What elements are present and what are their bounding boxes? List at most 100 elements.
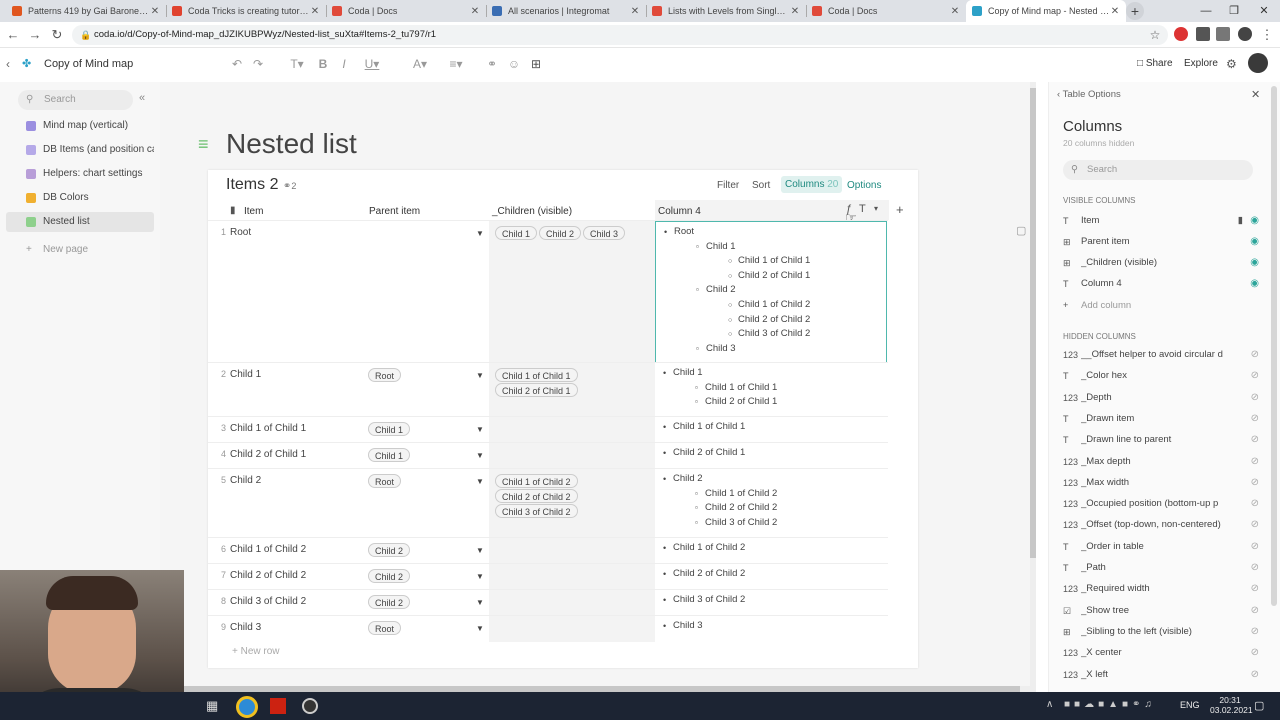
italic-icon[interactable]: I: [336, 57, 352, 71]
browser-tab[interactable]: Copy of Mind map - Nested list ✕: [966, 0, 1126, 22]
hidden-column-row[interactable]: 123 _X left ⊘: [1063, 666, 1259, 684]
child-chip[interactable]: Child 2: [539, 226, 582, 240]
share-button[interactable]: □ Share: [1137, 58, 1173, 69]
child-chip[interactable]: Child 2 of Child 1: [495, 383, 578, 397]
add-column-button[interactable]: +: [896, 202, 904, 217]
column-4-cell[interactable]: Child 1 of Child 1: [655, 419, 887, 443]
parent-cell[interactable]: Child 1: [368, 448, 412, 463]
forward-icon[interactable]: →: [26, 26, 44, 44]
parent-chip[interactable]: Child 2: [368, 543, 411, 557]
close-panel-icon[interactable]: ✕: [1251, 88, 1260, 101]
hidden-column-row[interactable]: ☑ _Show tree ⊘: [1063, 602, 1259, 620]
hidden-column-row[interactable]: ⊞ _Sibling to the left (visible) ⊘: [1063, 623, 1259, 641]
gear-icon[interactable]: ⚙: [1226, 57, 1237, 71]
item-cell[interactable]: Child 2: [230, 475, 261, 486]
column-header-children[interactable]: _Children (visible): [492, 206, 572, 220]
parent-chip[interactable]: Child 1: [368, 448, 411, 462]
sidebar-item-4[interactable]: DB Colors: [6, 188, 154, 208]
tray-icons[interactable]: ■■☁■▲■⚭♫: [1064, 699, 1156, 710]
visible-column-row[interactable]: T Column 4 ◉: [1063, 275, 1259, 293]
item-cell[interactable]: Child 1 of Child 1: [230, 423, 306, 434]
eye-slash-icon[interactable]: ⊘: [1251, 389, 1259, 407]
browser-tab[interactable]: All scenarios | Integromat ✕: [486, 0, 646, 22]
eye-slash-icon[interactable]: ⊘: [1251, 559, 1259, 577]
sidebar-item-3[interactable]: Helpers: chart settings: [6, 164, 154, 184]
sidebar-item-2[interactable]: DB Items (and position calc: [6, 140, 154, 160]
hidden-column-row[interactable]: 123 _Max depth ⊘: [1063, 453, 1259, 471]
scrollbar-thumb[interactable]: [1030, 88, 1036, 558]
parent-chip[interactable]: Child 1: [368, 422, 411, 436]
new-row-button[interactable]: + New row: [232, 646, 280, 657]
eye-slash-icon[interactable]: ⊘: [1251, 623, 1259, 641]
child-chip[interactable]: Child 3 of Child 2: [495, 504, 578, 518]
dropdown-arrow-icon[interactable]: ▼: [476, 425, 484, 434]
sidebar-item-1[interactable]: Mind map (vertical): [6, 116, 154, 136]
table-row[interactable]: 1Root▼Child 1Child 2Child 3RootChild 1Ch…: [208, 220, 888, 363]
parent-chip[interactable]: Child 2: [368, 569, 411, 583]
hidden-column-row[interactable]: T _Color hex ⊘: [1063, 367, 1259, 385]
visible-column-row[interactable]: ⊞ _Children (visible) ◉: [1063, 254, 1259, 272]
column-header-parent-item[interactable]: Parent item: [369, 206, 420, 220]
eye-slash-icon[interactable]: ⊘: [1251, 367, 1259, 385]
browser-menu-icon[interactable]: ⋮: [1258, 26, 1276, 44]
add-column-link[interactable]: + Add column: [1063, 296, 1259, 314]
task-view-icon[interactable]: ▦: [206, 698, 218, 714]
child-chip[interactable]: Child 1 of Child 1: [495, 368, 578, 382]
browser-tab[interactable]: Coda Tricks is creating tutorials a ✕: [166, 0, 326, 22]
opera-extension-icon[interactable]: [1174, 27, 1188, 41]
column-4-cell[interactable]: RootChild 1Child 1 of Child 1Child 2 of …: [655, 221, 887, 363]
back-to-table-options[interactable]: ‹ Table Options: [1057, 89, 1121, 100]
eye-slash-icon[interactable]: ⊘: [1251, 474, 1259, 492]
hidden-column-row[interactable]: 123 _X center ⊘: [1063, 644, 1259, 662]
eye-slash-icon[interactable]: ⊘: [1251, 431, 1259, 449]
children-cell[interactable]: [489, 564, 655, 590]
table-row[interactable]: 8 Child 3 of Child 2 Child 2 ▼ Child 3 of Ch…: [208, 589, 888, 616]
item-cell[interactable]: Child 3 of Child 2: [230, 596, 306, 607]
children-cell[interactable]: [489, 538, 655, 564]
children-cell[interactable]: [489, 590, 655, 616]
filter-button[interactable]: Filter: [717, 180, 739, 191]
comment-icon[interactable]: ▢: [1016, 224, 1026, 237]
children-cell[interactable]: Child 1 of Child 2Child 2 of Child 2Chil…: [489, 469, 655, 538]
table-row[interactable]: 7 Child 2 of Child 2 Child 2 ▼ Child 2 of Ch…: [208, 563, 888, 590]
eye-slash-icon[interactable]: ⊘: [1251, 495, 1259, 513]
eye-icon[interactable]: ◉: [1250, 254, 1259, 272]
parent-chip[interactable]: Child 2: [368, 595, 411, 609]
children-cell[interactable]: Child 1 of Child 1Child 2 of Child 1: [489, 363, 655, 417]
dropdown-arrow-icon[interactable]: ▼: [476, 477, 484, 486]
item-cell[interactable]: Child 2 of Child 1: [230, 449, 306, 460]
column-4-cell[interactable]: Child 1Child 1 of Child 1Child 2 of Chil…: [655, 365, 887, 417]
children-cell[interactable]: [489, 616, 655, 642]
table-row[interactable]: 9 Child 3 Root ▼ Child 3: [208, 615, 888, 642]
parent-cell[interactable]: Root: [368, 621, 403, 636]
hidden-column-row[interactable]: T _Drawn item ⊘: [1063, 410, 1259, 428]
table-row[interactable]: 3 Child 1 of Child 1 Child 1 ▼ Child 1 of Ch…: [208, 416, 888, 443]
eye-icon[interactable]: ◉: [1250, 233, 1259, 251]
item-cell[interactable]: Child 3: [230, 622, 261, 633]
doc-title[interactable]: Copy of Mind map: [44, 58, 133, 70]
media-icon[interactable]: [1216, 27, 1230, 41]
vertical-scrollbar[interactable]: [1030, 82, 1036, 686]
table-row[interactable]: 5 Child 2 Root ▼ Child 1 of Child 2Child 2 o…: [208, 468, 888, 538]
table-name[interactable]: Items 2 ⚭2: [226, 176, 296, 194]
chevron-left-icon[interactable]: ‹: [6, 57, 10, 71]
redo-icon[interactable]: ↷: [250, 57, 266, 71]
child-chip[interactable]: Child 1 of Child 2: [495, 474, 578, 488]
eye-icon[interactable]: ◉: [1250, 212, 1259, 230]
new-tab-button[interactable]: +: [1126, 2, 1144, 20]
insert-icon[interactable]: ⊞: [528, 57, 544, 71]
bold-icon[interactable]: B: [315, 57, 331, 71]
obs-taskbar-icon[interactable]: [302, 698, 318, 714]
children-cell[interactable]: [489, 443, 655, 469]
sidebar-search-input[interactable]: ⚲ Search: [18, 90, 133, 110]
parent-cell[interactable]: Root: [368, 474, 403, 489]
children-cell[interactable]: [489, 417, 655, 443]
hidden-column-row[interactable]: 123 _Occupied position (bottom-up p ⊘: [1063, 495, 1259, 513]
column-4-cell[interactable]: Child 3: [655, 618, 887, 642]
parent-cell[interactable]: Child 2: [368, 595, 412, 610]
columns-search-input[interactable]: ⚲ Search: [1063, 160, 1253, 180]
hidden-column-row[interactable]: T _Drawn line to parent ⊘: [1063, 431, 1259, 449]
child-chip[interactable]: Child 2 of Child 2: [495, 489, 578, 503]
bookmark-star-icon[interactable]: ☆: [1146, 26, 1164, 44]
child-chip[interactable]: Child 3: [583, 226, 626, 240]
